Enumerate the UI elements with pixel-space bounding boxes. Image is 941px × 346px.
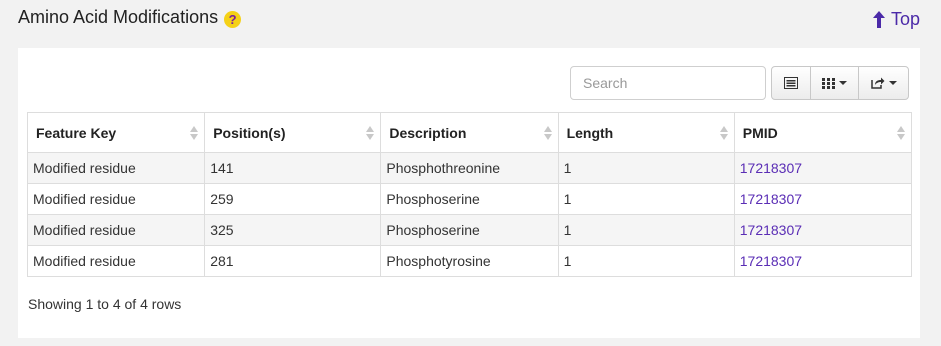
top-link-label: Top [890,9,920,29]
pmid-link[interactable]: 17218307 [740,191,802,207]
cell-length: 1 [557,214,735,246]
cell-pmid: 17218307 [733,245,913,277]
export-button[interactable] [858,66,909,100]
sort-icon [190,126,199,140]
cell-position: 325 [204,214,382,246]
table-row: Modified residue 259 Phosphoserine 1 172… [26,183,913,215]
cell-length: 1 [557,152,735,184]
cell-position: 259 [204,183,382,215]
columns-button[interactable] [810,66,859,100]
table-toolbar [771,66,909,100]
column-header-label: Description [389,124,467,141]
table-row: Modified residue 281 Phosphotyrosine 1 1… [26,245,913,277]
top-link[interactable]: Top [872,9,920,30]
column-header-description[interactable]: Description [380,112,559,153]
chevron-down-icon [839,81,847,85]
cell-description: Phosphoserine [380,183,559,215]
column-header-pmid[interactable]: PMID [733,112,913,153]
column-header-label: Length [566,124,614,141]
sort-icon [719,126,728,140]
cell-feature-key: Modified residue [26,214,206,246]
table-row: Modified residue 325 Phosphoserine 1 172… [26,214,913,246]
column-header-label: PMID [742,124,778,141]
cell-length: 1 [557,183,735,215]
cell-description: Phosphotyrosine [380,245,559,277]
cell-pmid: 17218307 [733,214,913,246]
cell-position: 141 [204,152,382,184]
column-header-label: Position(s) [213,124,286,141]
pmid-link[interactable]: 17218307 [740,222,802,238]
column-header-label: Feature Key [36,124,117,141]
cell-pmid: 17218307 [733,152,913,184]
pmid-link[interactable]: 17218307 [740,253,802,269]
column-header-length[interactable]: Length [557,112,735,153]
table-header-row: Feature Key Position(s) Description Leng… [26,112,913,153]
cell-position: 281 [204,245,382,277]
section-header: Amino Acid Modifications ? [18,7,242,28]
sort-icon [897,126,905,140]
toggle-view-button[interactable] [771,66,811,100]
sort-icon [366,126,375,140]
table-row: Modified residue 141 Phosphothreonine 1 … [26,152,913,184]
column-header-positions[interactable]: Position(s) [204,112,382,153]
arrow-up-icon [872,11,885,28]
pagination-summary: Showing 1 to 4 of 4 rows [28,296,182,312]
help-icon[interactable]: ? [224,10,242,28]
pmid-link[interactable]: 17218307 [740,160,802,176]
section-title: Amino Acid Modifications [18,7,219,27]
cell-feature-key: Modified residue [26,152,206,184]
cell-feature-key: Modified residue [26,183,206,215]
cell-feature-key: Modified residue [26,245,206,277]
sort-icon [543,126,552,140]
cell-description: Phosphoserine [380,214,559,246]
modifications-table: Feature Key Position(s) Description Leng… [26,112,913,277]
cell-description: Phosphothreonine [380,152,559,184]
list-view-icon [784,77,798,89]
table-panel: Feature Key Position(s) Description Leng… [18,48,920,338]
export-icon [870,77,884,89]
column-header-feature-key[interactable]: Feature Key [26,112,206,153]
columns-icon [822,77,835,89]
cell-length: 1 [557,245,735,277]
search-input[interactable] [570,66,766,100]
chevron-down-icon [888,81,897,85]
cell-pmid: 17218307 [733,183,913,215]
